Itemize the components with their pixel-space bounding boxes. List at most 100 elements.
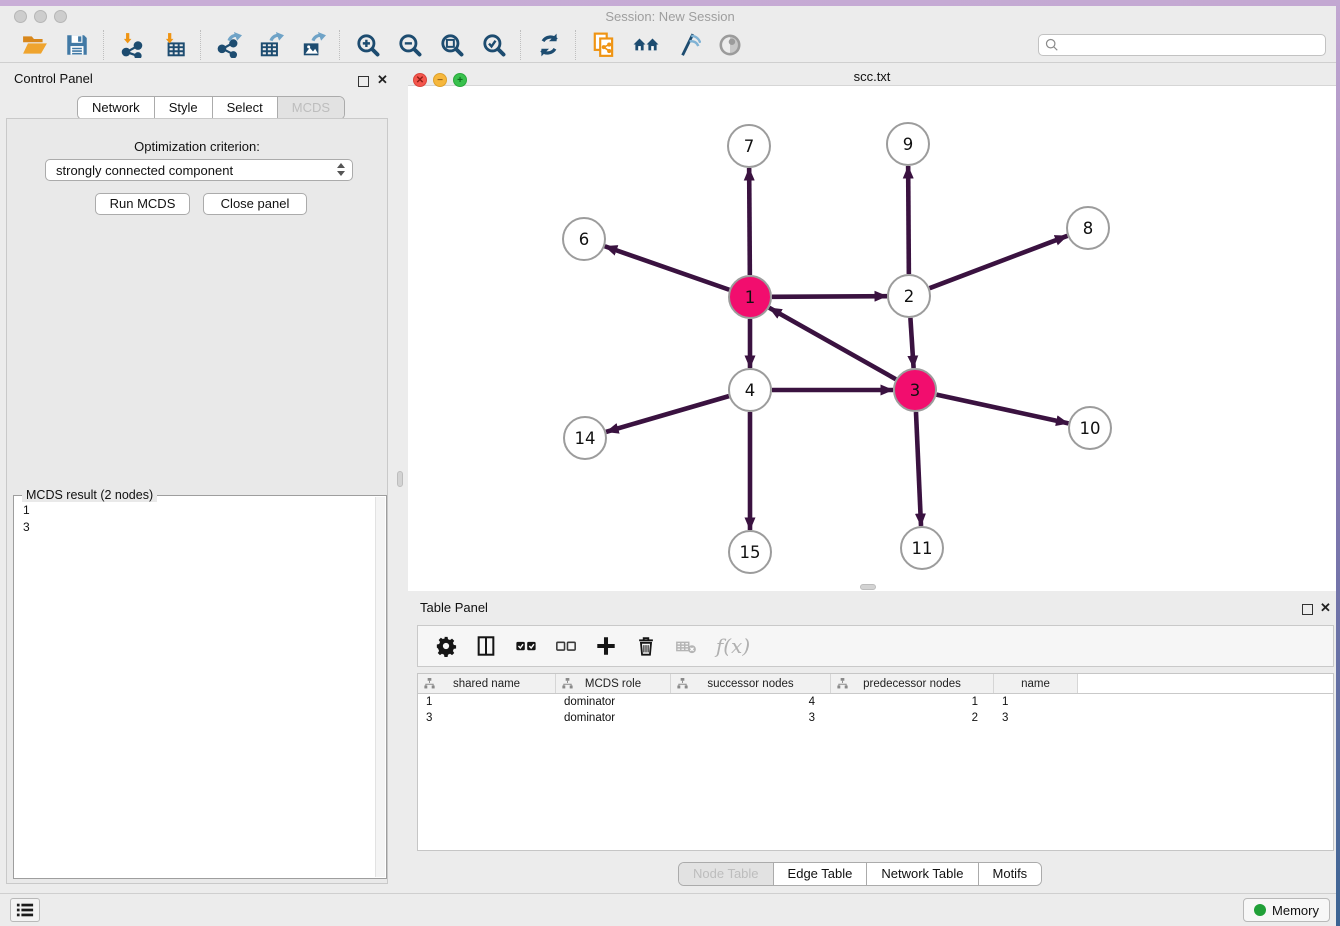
graph-edge-2-8[interactable]	[930, 236, 1068, 288]
result-scrollbar[interactable]	[375, 497, 385, 877]
window-close-button[interactable]	[14, 10, 27, 23]
tab-network[interactable]: Network	[78, 97, 155, 119]
graph-edge-3-11[interactable]	[916, 412, 921, 526]
table-cell[interactable]: 2	[831, 710, 994, 726]
window-zoom-button[interactable]	[54, 10, 67, 23]
tab-mcds[interactable]: MCDS	[278, 97, 344, 119]
column-header-name[interactable]: name	[994, 674, 1078, 693]
show-all-icon[interactable]	[716, 31, 743, 58]
column-header-successor-nodes[interactable]: successor nodes	[671, 674, 831, 693]
select-all-columns-icon[interactable]	[514, 634, 538, 658]
table-panel-close-icon[interactable]: ✕	[1320, 602, 1331, 613]
table-cell[interactable]: 1	[418, 694, 556, 710]
graph-edge-1-6[interactable]	[605, 246, 729, 289]
graph-node-15[interactable]: 15	[729, 531, 771, 573]
graph-node-1[interactable]: 1	[729, 276, 771, 318]
deselect-all-columns-icon[interactable]	[554, 634, 578, 658]
optimization-criterion-dropdown[interactable]: strongly connected component	[45, 159, 353, 181]
graph-node-6[interactable]: 6	[563, 218, 605, 260]
tab-network-table[interactable]: Network Table	[867, 863, 978, 885]
save-session-icon[interactable]	[63, 31, 90, 58]
graph-node-3[interactable]: 3	[894, 369, 936, 411]
graph-edge-4-14[interactable]	[606, 396, 729, 432]
graph-edge-2-9[interactable]	[908, 166, 909, 274]
svg-text:2: 2	[904, 287, 915, 306]
network-splitter-grip[interactable]	[860, 584, 876, 590]
zoom-out-icon[interactable]	[396, 31, 423, 58]
column-header-shared-name[interactable]: shared name	[418, 674, 556, 693]
graph-edge-1-2[interactable]	[772, 296, 887, 297]
refresh-layout-icon[interactable]	[535, 31, 562, 58]
table-cell[interactable]: 3	[994, 710, 1078, 726]
zoom-fit-icon[interactable]	[438, 31, 465, 58]
first-neighbors-icon[interactable]	[632, 31, 659, 58]
network-view-window: ✕−+ scc.txt 7968124314101511	[408, 68, 1336, 591]
graph-node-7[interactable]: 7	[728, 125, 770, 167]
hide-selected-icon[interactable]	[674, 31, 701, 58]
task-history-button[interactable]	[10, 898, 40, 922]
svg-text:11: 11	[912, 539, 933, 558]
graph-edge-1-7[interactable]	[749, 168, 750, 275]
search-icon	[1045, 38, 1059, 52]
memory-button[interactable]: Memory	[1243, 898, 1330, 922]
result-line: 3	[23, 519, 386, 536]
tab-node-table[interactable]: Node Table	[679, 863, 774, 885]
graph-node-4[interactable]: 4	[729, 369, 771, 411]
table-cell[interactable]: 3	[418, 710, 556, 726]
open-session-icon[interactable]	[21, 31, 48, 58]
table-row[interactable]: 1dominator411	[418, 694, 1333, 710]
graph-edge-2-3[interactable]	[910, 318, 913, 368]
tab-edge-table[interactable]: Edge Table	[774, 863, 868, 885]
window-minimize-button[interactable]	[34, 10, 47, 23]
new-network-from-selection-icon[interactable]	[590, 31, 617, 58]
table-cell[interactable]: 4	[671, 694, 831, 710]
close-panel-button[interactable]: Close panel	[203, 193, 307, 215]
split-view-icon[interactable]	[474, 634, 498, 658]
network-canvas[interactable]: 7 9 6 8 1 2 4 3 14 10 15 11	[408, 86, 1336, 591]
export-image-icon[interactable]	[299, 31, 326, 58]
import-table-icon[interactable]	[160, 31, 187, 58]
column-header-predecessor-nodes[interactable]: predecessor nodes	[831, 674, 994, 693]
zoom-selected-icon[interactable]	[480, 31, 507, 58]
control-panel-float-icon[interactable]	[358, 74, 369, 92]
control-panel-close-icon[interactable]: ✕	[377, 74, 388, 85]
optimization-criterion-label: Optimization criterion:	[7, 139, 387, 154]
main-toolbar	[0, 27, 1340, 63]
graph-node-9[interactable]: 9	[887, 123, 929, 165]
network-zoom-button[interactable]: +	[453, 73, 467, 87]
table-cell[interactable]: 3	[671, 710, 831, 726]
tab-motifs[interactable]: Motifs	[979, 863, 1042, 885]
graph-node-2[interactable]: 2	[888, 275, 930, 317]
tab-style[interactable]: Style	[155, 97, 213, 119]
add-column-icon[interactable]	[594, 634, 618, 658]
settings-icon[interactable]	[434, 634, 458, 658]
tab-select[interactable]: Select	[213, 97, 278, 119]
graph-node-14[interactable]: 14	[564, 417, 606, 459]
graph-node-8[interactable]: 8	[1067, 207, 1109, 249]
column-header-MCDS-role[interactable]: MCDS role	[556, 674, 671, 693]
delete-columns-icon[interactable]	[634, 634, 658, 658]
svg-text:1: 1	[745, 288, 756, 307]
memory-status-icon	[1254, 904, 1266, 916]
export-network-icon[interactable]	[215, 31, 242, 58]
table-row[interactable]: 3dominator323	[418, 710, 1333, 726]
table-header-row: shared nameMCDS rolesuccessor nodesprede…	[418, 674, 1333, 694]
graph-edge-3-10[interactable]	[936, 395, 1068, 424]
import-network-icon[interactable]	[118, 31, 145, 58]
table-cell[interactable]: dominator	[556, 710, 671, 726]
network-minimize-button[interactable]: −	[433, 73, 447, 87]
table-panel-float-icon[interactable]	[1302, 602, 1313, 620]
table-cell[interactable]: dominator	[556, 694, 671, 710]
network-close-button[interactable]: ✕	[413, 73, 427, 87]
panel-splitter-grip[interactable]	[397, 471, 403, 487]
graph-node-11[interactable]: 11	[901, 527, 943, 569]
search-input[interactable]	[1038, 34, 1326, 56]
table-cell[interactable]: 1	[831, 694, 994, 710]
table-cell[interactable]: 1	[994, 694, 1078, 710]
export-table-icon[interactable]	[257, 31, 284, 58]
graph-edge-3-1[interactable]	[769, 308, 896, 379]
run-mcds-button[interactable]: Run MCDS	[95, 193, 190, 215]
zoom-in-icon[interactable]	[354, 31, 381, 58]
svg-text:8: 8	[1083, 219, 1094, 238]
graph-node-10[interactable]: 10	[1069, 407, 1111, 449]
